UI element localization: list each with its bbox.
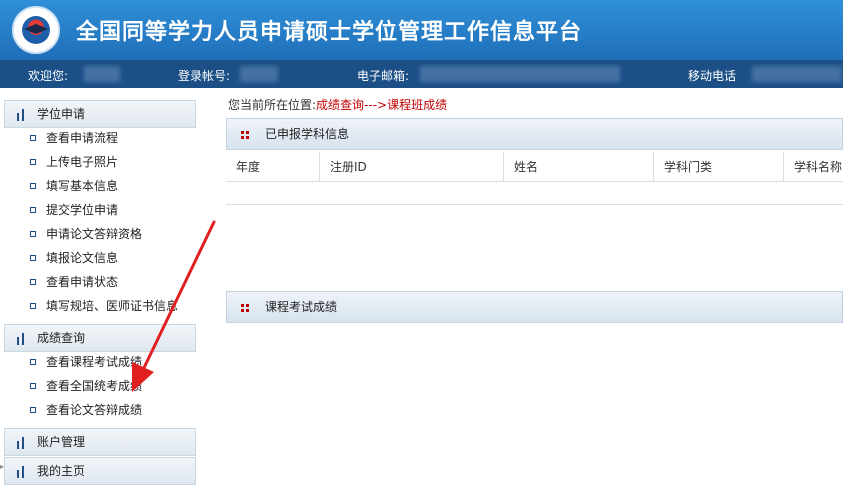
red-annotation-arrow-icon	[132, 220, 216, 392]
